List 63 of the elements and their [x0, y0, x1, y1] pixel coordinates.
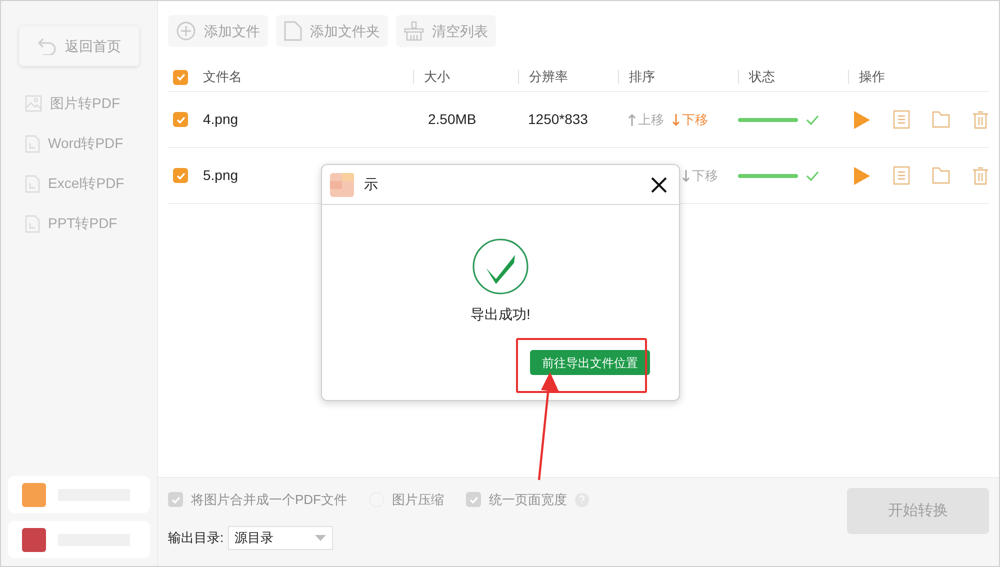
close-button[interactable]	[649, 174, 669, 194]
back-button[interactable]: 返回首页	[19, 26, 139, 66]
dialog-title: 示	[364, 175, 378, 194]
basket-icon	[404, 21, 424, 41]
trash-icon[interactable]	[972, 110, 989, 128]
document-icon	[25, 174, 40, 192]
option-label: 统一页面宽度	[489, 491, 567, 509]
output-select[interactable]: 源目录	[228, 526, 333, 550]
checkbox[interactable]	[173, 168, 188, 183]
column-header: 文件名	[203, 68, 242, 86]
column-header: 大小	[424, 68, 450, 86]
column-header: 分辨率	[529, 68, 568, 86]
option-label: 图片压缩	[392, 491, 444, 509]
arrow-up-icon	[628, 112, 636, 126]
column-header: 排序	[629, 68, 655, 86]
check-icon	[176, 72, 186, 82]
resolution: 1250*833	[528, 111, 588, 127]
play-icon[interactable]	[853, 110, 871, 130]
check-icon	[170, 494, 180, 505]
success-check-icon	[472, 238, 529, 295]
column-header: 操作	[859, 68, 885, 86]
profile-card[interactable]	[8, 521, 150, 558]
undo-icon	[37, 37, 57, 55]
folder-icon[interactable]	[932, 167, 950, 184]
blurred-logo-icon	[330, 172, 354, 196]
check-icon	[468, 494, 478, 505]
folder-icon[interactable]	[932, 111, 950, 128]
profile-card[interactable]	[8, 476, 150, 513]
checkbox[interactable]	[173, 70, 188, 84]
check-icon	[176, 170, 186, 180]
checkbox[interactable]	[466, 492, 481, 508]
document-icon[interactable]	[893, 166, 910, 185]
toolbar-button[interactable]: 添加文件	[168, 15, 268, 47]
file-name: 4.png	[203, 111, 238, 127]
document-icon	[25, 134, 40, 152]
trash-icon[interactable]	[972, 166, 989, 184]
arrow-down-icon	[672, 112, 680, 126]
file-name: 5.png	[203, 167, 238, 183]
move-down-button[interactable]: 下移	[672, 110, 708, 130]
toolbar-button[interactable]: 添加文件夹	[276, 15, 388, 47]
open-folder-button[interactable]: 前往导出文件位置	[530, 350, 650, 375]
output-label: 输出目录:	[168, 528, 224, 547]
success-message: 导出成功!	[470, 305, 530, 324]
sidebar-item[interactable]: PPT转PDF	[48, 213, 118, 234]
option-label: 将图片合并成一个PDF文件	[191, 491, 347, 509]
help-icon[interactable]	[575, 492, 589, 507]
plus-circle-icon	[176, 21, 196, 41]
column-header: 状态	[749, 68, 775, 86]
file-icon	[284, 21, 302, 41]
caret-icon	[314, 534, 326, 540]
checkbox[interactable]	[168, 492, 183, 508]
file-size: 2.50MB	[428, 111, 476, 127]
arrow-down-icon	[682, 168, 690, 182]
play-icon[interactable]	[853, 166, 871, 186]
document-icon[interactable]	[893, 110, 910, 129]
sidebar-item[interactable]: Word转PDF	[48, 133, 124, 154]
check-icon	[176, 114, 186, 124]
checkbox[interactable]	[173, 112, 188, 127]
document-icon	[25, 214, 40, 232]
image-icon	[25, 95, 42, 112]
toolbar-button[interactable]: 清空列表	[396, 15, 496, 47]
sidebar-item[interactable]: 图片转PDF	[50, 93, 120, 114]
sidebar-item[interactable]: Excel转PDF	[48, 173, 124, 194]
